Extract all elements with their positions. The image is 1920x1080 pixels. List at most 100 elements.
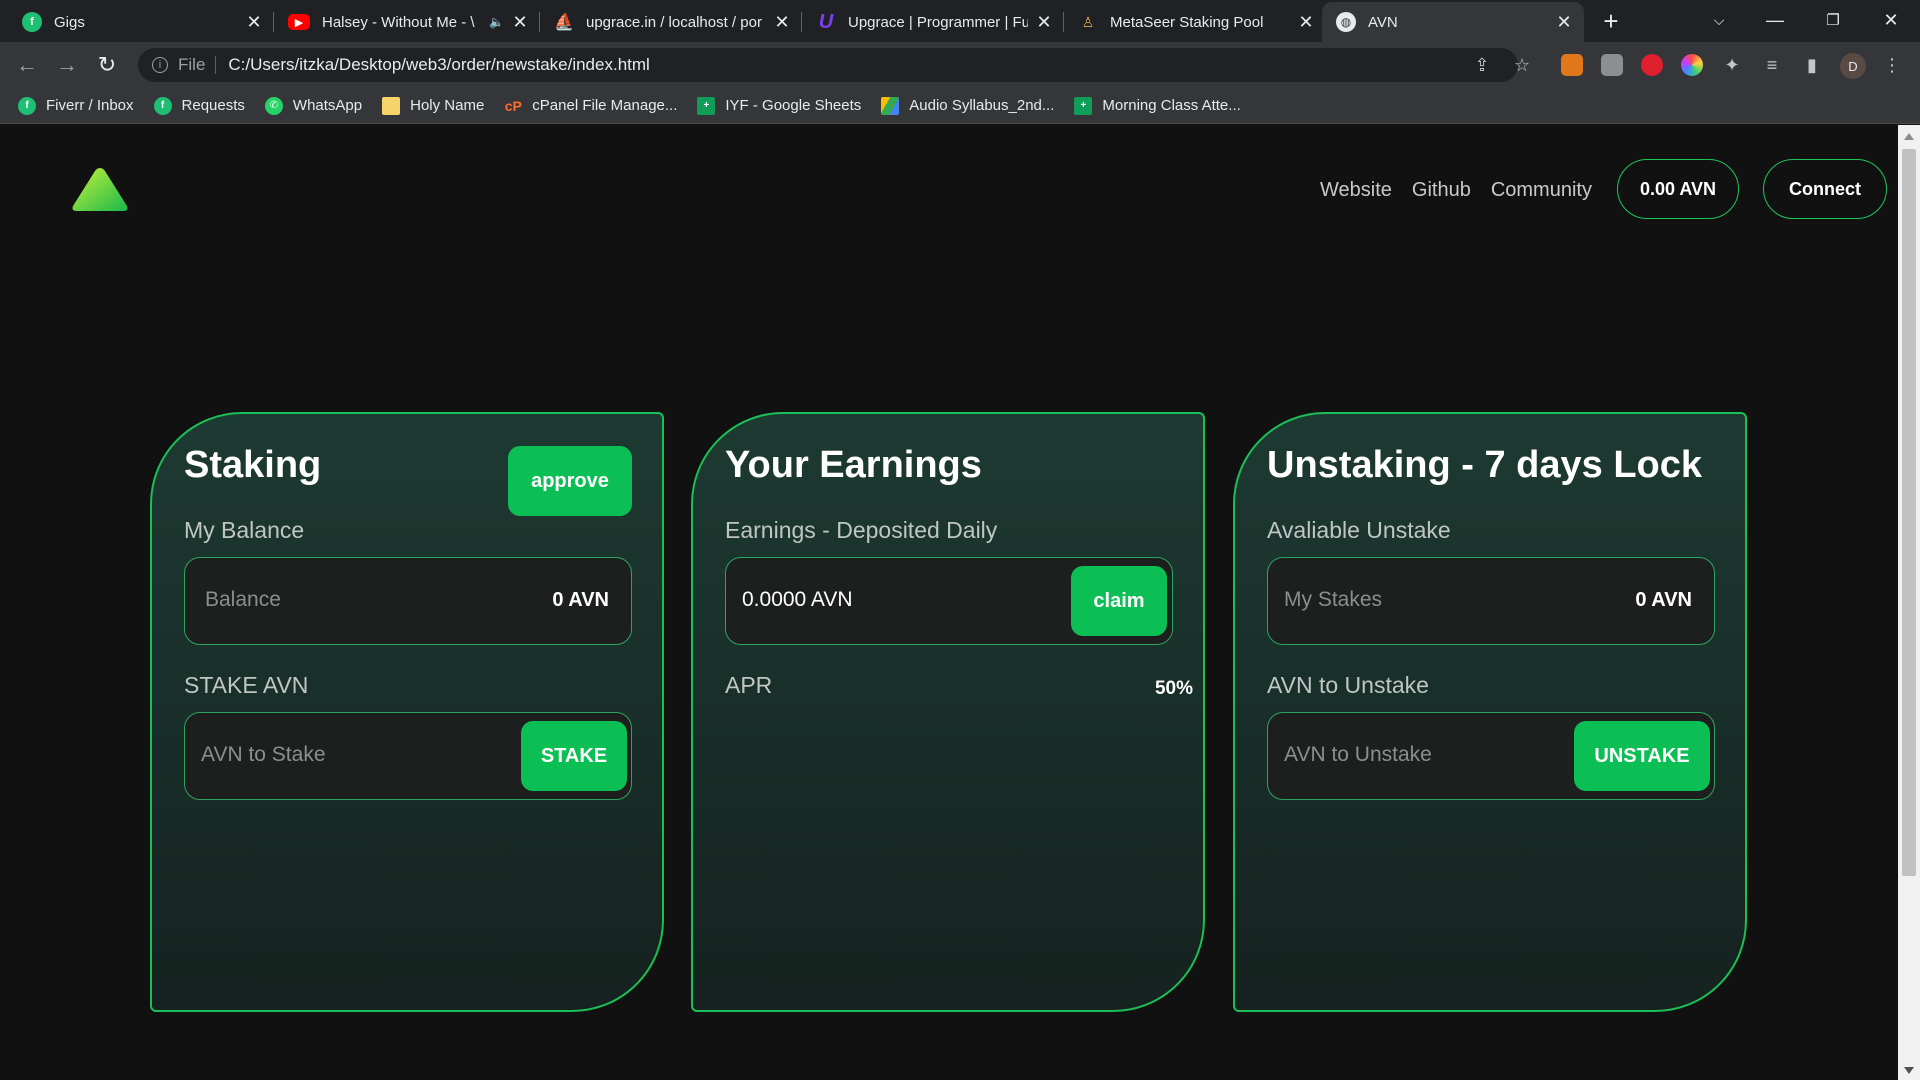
top-nav: Website Github Community (1320, 179, 1592, 202)
side-panel-icon[interactable]: ▮ (1800, 53, 1824, 77)
bookmark-whatsapp[interactable]: ✆ WhatsApp (264, 96, 363, 115)
profile-avatar[interactable]: D (1840, 53, 1866, 79)
minimize-icon[interactable]: — (1752, 0, 1798, 40)
earnings-subtitle: Earnings - Deposited Daily (725, 517, 998, 543)
balance-heading: My Balance (184, 517, 305, 543)
unstaking-title: Unstaking - 7 days Lock (1267, 444, 1703, 486)
upgrace-icon: U (818, 10, 834, 33)
scroll-up-icon[interactable] (1904, 133, 1914, 140)
bookmark-iyf-sheets[interactable]: + IYF - Google Sheets (697, 96, 862, 115)
balance-field: Balance 0 AVN (184, 557, 632, 645)
fiverr-icon: f (22, 12, 42, 32)
dapp-page: Website Github Community 0.00 AVN Connec… (0, 125, 1898, 1080)
youtube-icon: ▶ (288, 14, 310, 30)
close-icon[interactable]: ✕ (1556, 12, 1572, 33)
tab-search-icon[interactable]: ⌵ (1696, 0, 1742, 40)
media-control-icon[interactable]: ≡ (1760, 53, 1784, 77)
back-icon[interactable]: ← (12, 50, 42, 80)
browser-toolbar: ← → ↻ i File C:/Users/itzka/Desktop/web3… (0, 42, 1920, 88)
bookmark-label: Audio Syllabus_2nd... (909, 97, 1055, 114)
connect-button[interactable]: Connect (1763, 159, 1887, 219)
bookmark-holy-name[interactable]: Holy Name (382, 96, 484, 115)
earnings-title: Your Earnings (725, 444, 982, 486)
info-icon[interactable]: i (152, 57, 168, 73)
stake-input[interactable]: AVN to Stake STAKE (184, 712, 632, 800)
drive-icon (881, 96, 900, 115)
tab-title: Gigs (54, 13, 85, 31)
apr-label: APR (725, 672, 773, 698)
bookmark-label: IYF - Google Sheets (725, 97, 862, 114)
window-close-icon[interactable]: ✕ (1868, 0, 1914, 40)
nav-website-link[interactable]: Website (1320, 179, 1392, 202)
bookmark-audio-syllabus[interactable]: Audio Syllabus_2nd... (881, 96, 1055, 115)
earnings-field: 0.0000 AVN claim (725, 557, 1173, 645)
bookmark-label: WhatsApp (292, 97, 363, 114)
menu-kebab-icon[interactable]: ⋮ (1880, 53, 1904, 77)
balance-pill[interactable]: 0.00 AVN (1617, 159, 1739, 219)
address-bar[interactable]: i File C:/Users/itzka/Desktop/web3/order… (138, 48, 1518, 82)
new-tab-button[interactable]: + (1596, 6, 1626, 36)
close-icon[interactable]: ✕ (1036, 12, 1052, 33)
tab-title: Upgrace | Programmer | Ful (848, 13, 1028, 31)
restore-icon[interactable]: ❐ (1810, 0, 1856, 40)
fiverr-icon: f (18, 96, 36, 115)
bookmarks-bar: f Fiverr / Inbox f Requests ✆ WhatsApp Holy… (0, 88, 1920, 124)
metaseer-icon: ♙ (1081, 13, 1095, 30)
close-icon[interactable]: ✕ (1298, 12, 1314, 33)
color-picker-icon[interactable] (1681, 54, 1703, 76)
close-icon[interactable]: ✕ (246, 12, 262, 33)
globe-icon: ◍ (1336, 12, 1356, 32)
tab-upgrace[interactable]: U Upgrace | Programmer | Ful ✕ (802, 2, 1064, 42)
folder-icon (382, 96, 401, 115)
address-url[interactable]: C:/Users/itzka/Desktop/web3/order/newsta… (228, 55, 649, 75)
nav-github-link[interactable]: Github (1412, 179, 1471, 202)
tab-strip: f Gigs ✕ ▶ Halsey - Without Me - \ 🔈 ✕ ⛵… (0, 0, 1920, 42)
close-icon[interactable]: ✕ (512, 12, 528, 33)
my-stakes-field: My Stakes 0 AVN (1267, 557, 1715, 645)
tab-halsey[interactable]: ▶ Halsey - Without Me - \ 🔈 ✕ (274, 2, 540, 42)
scroll-down-icon[interactable] (1904, 1067, 1914, 1074)
extensions-puzzle-icon[interactable]: ✦ (1720, 53, 1744, 77)
staking-title: Staking (184, 444, 322, 486)
bookmark-fiverr-inbox[interactable]: f Fiverr / Inbox (18, 96, 134, 115)
my-stakes-label: My Stakes (1284, 588, 1383, 611)
share-icon[interactable]: ⇪ (1470, 53, 1494, 77)
nav-community-link[interactable]: Community (1491, 179, 1592, 202)
cpanel-icon: cP (504, 97, 522, 114)
bookmark-morning-class[interactable]: + Morning Class Atte... (1074, 96, 1241, 115)
staking-card: Staking approve My Balance Balance 0 AVN… (150, 412, 664, 1012)
balance-value: 0 AVN (552, 589, 609, 611)
approve-button[interactable]: approve (508, 446, 632, 516)
tab-avn[interactable]: ◍ AVN ✕ (1322, 2, 1584, 42)
tab-title: upgrace.in / localhost / por (586, 13, 762, 31)
claim-button[interactable]: claim (1071, 566, 1167, 636)
adblock-icon[interactable] (1641, 54, 1663, 76)
extension-icon[interactable] (1601, 54, 1623, 76)
tab-metaseer[interactable]: ♙ MetaSeer Staking Pool ✕ (1064, 2, 1326, 42)
bookmark-label: Requests (181, 97, 245, 114)
tab-gigs[interactable]: f Gigs ✕ (8, 2, 274, 42)
available-unstake-heading: Avaliable Unstake (1267, 517, 1451, 543)
address-scheme: File (178, 55, 206, 74)
unstake-placeholder: AVN to Unstake (1284, 743, 1432, 766)
page-scrollbar[interactable] (1898, 125, 1920, 1080)
unstake-input[interactable]: AVN to Unstake UNSTAKE (1267, 712, 1715, 800)
tab-title: AVN (1368, 13, 1398, 31)
unstaking-card: Unstaking - 7 days Lock Avaliable Unstak… (1233, 412, 1747, 1012)
close-icon[interactable]: ✕ (774, 12, 790, 33)
bookmark-requests[interactable]: f Requests (153, 96, 245, 115)
speaker-icon[interactable]: 🔈 (489, 15, 504, 29)
bookmark-star-icon[interactable]: ☆ (1510, 53, 1534, 77)
whatsapp-icon: ✆ (264, 96, 283, 115)
tab-phpmyadmin[interactable]: ⛵ upgrace.in / localhost / por ✕ (540, 2, 802, 42)
fiverr-icon: f (153, 96, 172, 115)
stake-button[interactable]: STAKE (521, 721, 627, 791)
bookmark-cpanel[interactable]: cP cPanel File Manage... (504, 97, 678, 115)
scroll-thumb[interactable] (1902, 149, 1916, 876)
metamask-icon[interactable] (1561, 54, 1583, 76)
logo-triangle-icon[interactable] (70, 165, 130, 213)
earnings-amount: 0.0000 AVN (742, 588, 853, 611)
forward-icon[interactable]: → (52, 50, 82, 80)
unstake-button[interactable]: UNSTAKE (1574, 721, 1710, 791)
reload-icon[interactable]: ↻ (92, 50, 122, 80)
